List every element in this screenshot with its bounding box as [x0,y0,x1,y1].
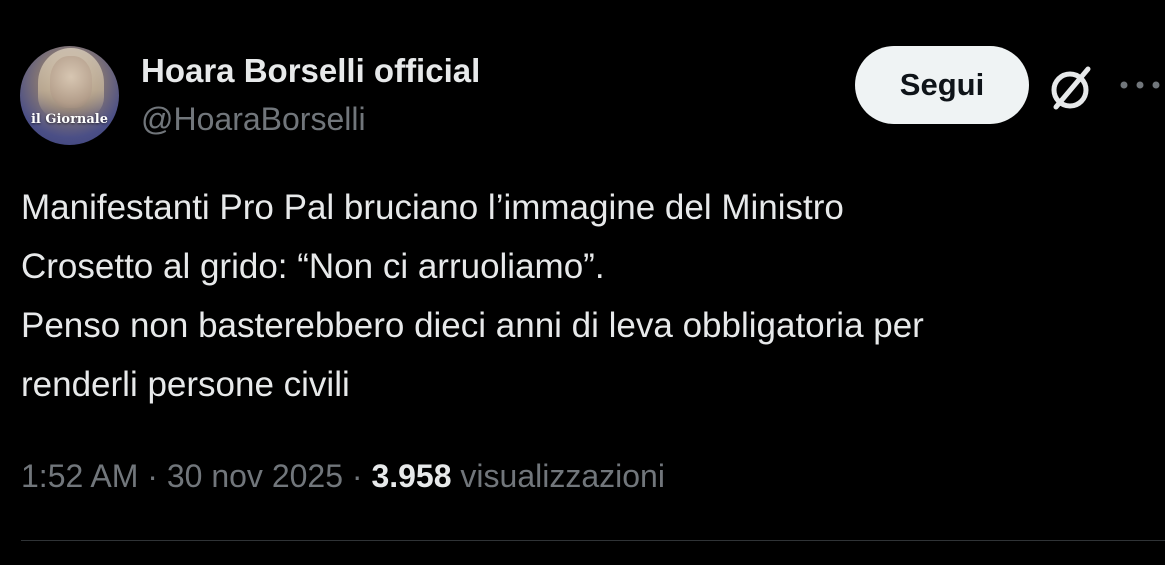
tweet-meta: 1:52 AM · 30 nov 2025 · 3.958 visualizza… [21,456,665,496]
tweet-time[interactable]: 1:52 AM [21,458,138,494]
views-count: 3.958 [371,458,452,494]
grok-icon[interactable] [1046,63,1096,113]
tweet-text: Manifestanti Pro Pal bruciano l’immagine… [21,188,924,404]
author-avatar[interactable]: il Giornale [20,46,119,145]
follow-button[interactable]: Segui [855,46,1029,124]
divider [21,540,1165,541]
author-display-name[interactable]: Hoara Borselli official [141,52,480,90]
more-icon[interactable] [1118,70,1162,100]
tweet-date[interactable]: 30 nov 2025 [167,458,343,494]
author-handle[interactable]: @HoaraBorselli [141,100,366,138]
meta-separator: · [343,458,372,494]
meta-separator: · [138,458,167,494]
avatar-logo: il Giornale [30,112,109,127]
views-label: visualizzazioni [451,458,665,494]
avatar-face [50,56,92,108]
